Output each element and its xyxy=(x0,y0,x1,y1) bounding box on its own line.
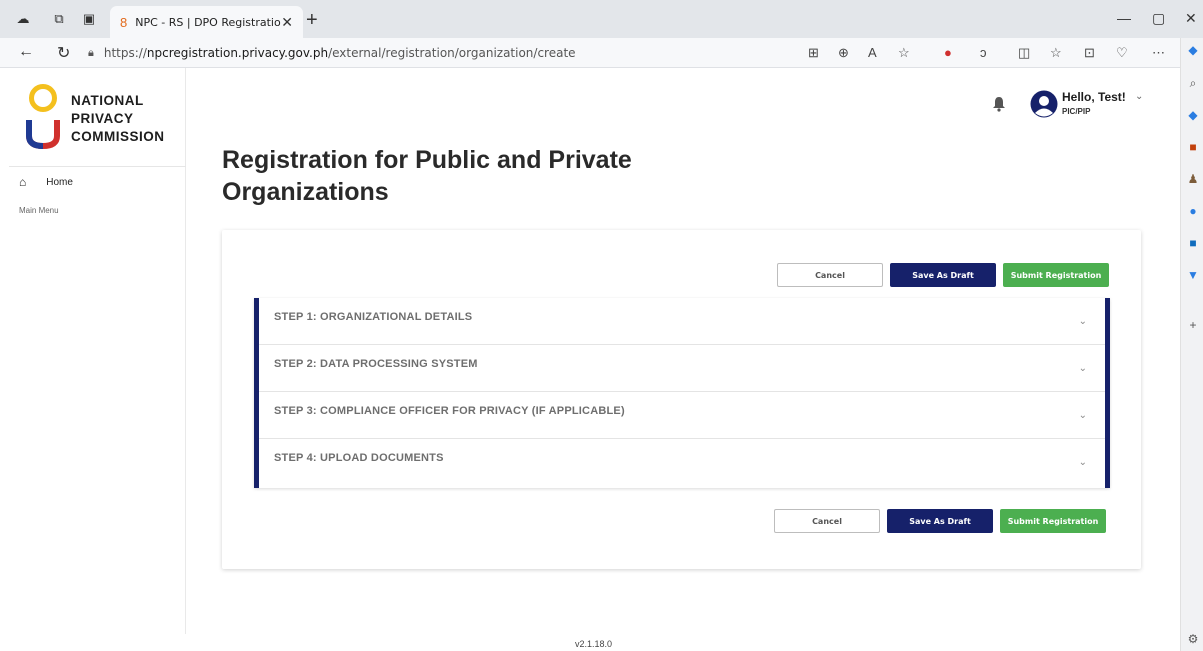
url-host: npcregistration.privacy.gov.ph xyxy=(146,46,329,60)
submit-registration-button-bottom[interactable]: Submit Registration xyxy=(1000,509,1106,533)
logo-ring-icon xyxy=(29,84,57,112)
add-app-icon[interactable]: + xyxy=(1186,318,1200,332)
browser-tab-bar: ☁ ⧉ ▣ 8 NPC - RS | DPO Registration ✕ + … xyxy=(0,0,1203,38)
home-icon: ⌂ xyxy=(19,175,27,189)
url-path: /external/registration/organization/crea… xyxy=(328,46,576,60)
copilot-extension-icon[interactable]: ↄ xyxy=(980,45,987,60)
new-tab-icon[interactable]: + xyxy=(306,9,318,32)
favorite-star-icon[interactable]: ☆ xyxy=(898,45,910,61)
logo-u-icon xyxy=(26,120,60,150)
registration-card: Cancel Save As Draft Submit Registration… xyxy=(222,230,1141,569)
performance-icon[interactable]: ♡ xyxy=(1116,45,1128,61)
tools-icon[interactable]: ■ xyxy=(1186,140,1200,154)
tab-favicon-icon: 8 xyxy=(120,14,128,30)
sidebar-item-home[interactable]: ⌂ Home xyxy=(19,175,73,189)
step-1-accordion[interactable]: STEP 1: ORGANIZATIONAL DETAILS ⌄ xyxy=(259,298,1105,345)
app-version: v2.1.18.0 xyxy=(575,639,613,649)
chevron-down-icon: ⌄ xyxy=(1078,457,1087,468)
cancel-button-top[interactable]: Cancel xyxy=(777,263,883,287)
collections-icon[interactable]: ⊡ xyxy=(1084,45,1095,61)
step-label: STEP 2: DATA PROCESSING SYSTEM xyxy=(274,358,478,370)
page-title-line-1: Registration for Public and Private xyxy=(222,146,632,174)
page-title: Registration for Public and Private Orga… xyxy=(222,144,742,208)
sidebar-divider xyxy=(9,166,186,167)
tab-actions-icon[interactable]: ▣ xyxy=(80,10,98,28)
address-bar: ← ↻ 🔒︎ https://npcregistration.privacy.g… xyxy=(0,38,1203,68)
user-role: PIC/PIP xyxy=(1062,107,1091,116)
sidebar-item-label: Home xyxy=(46,176,73,188)
registration-steps-accordion: STEP 1: ORGANIZATIONAL DETAILS ⌄ STEP 2:… xyxy=(254,298,1110,488)
more-options-icon[interactable]: ⋯ xyxy=(1152,45,1165,61)
step-label: STEP 1: ORGANIZATIONAL DETAILS xyxy=(274,311,473,323)
notification-bell-icon[interactable] xyxy=(992,96,1008,112)
step-3-accordion[interactable]: STEP 3: COMPLIANCE OFFICER FOR PRIVACY (… xyxy=(259,392,1105,439)
copilot-icon[interactable]: ◆ xyxy=(1186,43,1200,57)
zoom-icon[interactable]: ⊕ xyxy=(838,45,849,61)
profile-icon[interactable]: ☁ xyxy=(14,10,32,28)
restore-icon[interactable]: ▢ xyxy=(1152,10,1165,27)
favorites-icon[interactable]: ☆ xyxy=(1050,45,1062,61)
submit-registration-button-top[interactable]: Submit Registration xyxy=(1003,263,1109,287)
user-avatar-icon[interactable] xyxy=(1030,90,1058,118)
logo-line-1: NATIONAL xyxy=(71,93,144,108)
sidebar-settings-icon[interactable]: ⚙ xyxy=(1186,632,1200,646)
drop-icon[interactable]: ▼ xyxy=(1186,268,1200,282)
read-aloud-icon[interactable]: A xyxy=(868,45,877,60)
page-title-line-2: Organizations xyxy=(222,178,389,206)
chevron-down-icon: ⌄ xyxy=(1078,363,1087,374)
browser-tab[interactable]: 8 NPC - RS | DPO Registration ✕ xyxy=(110,6,303,38)
outlook-icon[interactable]: ■ xyxy=(1186,236,1200,250)
games-icon[interactable]: ♟ xyxy=(1186,172,1200,186)
office-icon[interactable]: ● xyxy=(1186,204,1200,218)
save-draft-button-top[interactable]: Save As Draft xyxy=(890,263,996,287)
url-prefix: https:// xyxy=(103,46,147,60)
search-icon[interactable]: ⌕ xyxy=(1186,76,1200,90)
cancel-button-bottom[interactable]: Cancel xyxy=(774,509,880,533)
chevron-down-icon: ⌄ xyxy=(1078,410,1087,421)
app-sidebar: NATIONAL PRIVACY COMMISSION ⌂ Home Main … xyxy=(9,68,186,634)
immersive-reader-icon[interactable]: ⊞ xyxy=(808,45,819,61)
tab-close-icon[interactable]: ✕ xyxy=(281,14,293,31)
main-menu-label: Main Menu xyxy=(19,206,59,215)
workspaces-icon[interactable]: ⧉ xyxy=(50,10,68,28)
back-icon[interactable]: ← xyxy=(18,43,34,61)
logo-line-3: COMMISSION xyxy=(71,129,165,144)
extension-icon[interactable]: ● xyxy=(944,45,952,60)
split-screen-icon[interactable]: ◫ xyxy=(1018,45,1030,61)
step-label: STEP 3: COMPLIANCE OFFICER FOR PRIVACY (… xyxy=(274,405,625,417)
logo-line-2: PRIVACY xyxy=(71,111,134,126)
url-field[interactable]: 🔒︎ https://npcregistration.privacy.gov.p… xyxy=(88,42,648,64)
logo-text: NATIONAL PRIVACY COMMISSION xyxy=(71,92,165,146)
save-draft-button-bottom[interactable]: Save As Draft xyxy=(887,509,993,533)
close-window-icon[interactable]: ✕ xyxy=(1185,10,1197,27)
user-greeting[interactable]: Hello, Test! xyxy=(1062,90,1126,104)
minimize-icon[interactable]: — xyxy=(1117,10,1131,26)
lock-icon: 🔒︎ xyxy=(88,46,94,59)
refresh-icon[interactable]: ↻ xyxy=(57,43,70,63)
step-2-accordion[interactable]: STEP 2: DATA PROCESSING SYSTEM ⌄ xyxy=(259,345,1105,392)
chevron-down-icon: ⌄ xyxy=(1078,316,1087,327)
shopping-icon[interactable]: ◆ xyxy=(1186,108,1200,122)
npc-logo[interactable]: NATIONAL PRIVACY COMMISSION xyxy=(25,82,185,152)
edge-sidebar: ◆ ⌕ ◆ ■ ♟ ● ■ ▼ + ⚙ xyxy=(1180,38,1203,651)
step-label: STEP 4: UPLOAD DOCUMENTS xyxy=(274,452,444,464)
step-4-accordion[interactable]: STEP 4: UPLOAD DOCUMENTS ⌄ xyxy=(259,439,1105,486)
chevron-down-icon[interactable]: ⌄ xyxy=(1135,91,1143,102)
tab-title: NPC - RS | DPO Registration xyxy=(135,15,282,29)
